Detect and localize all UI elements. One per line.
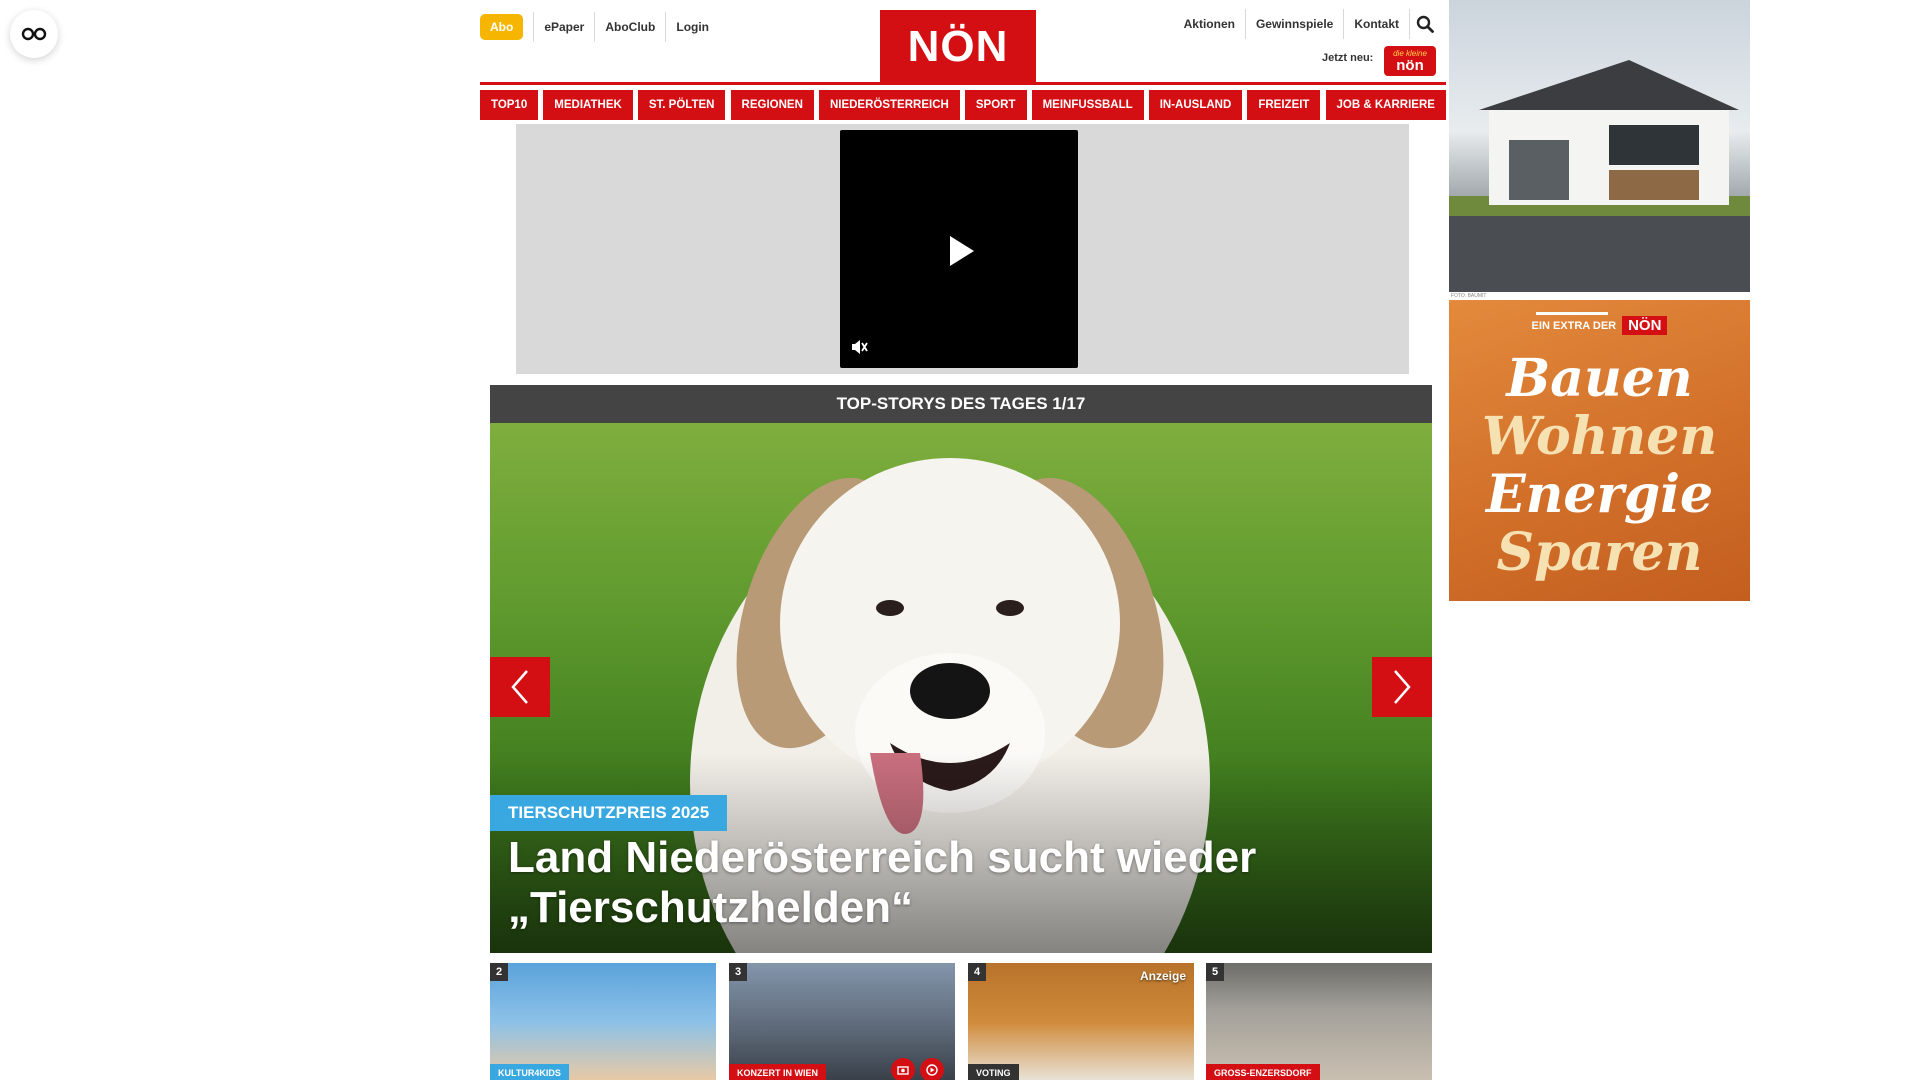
top-stories-slider: TOP-STORYS DES TAGES 1/17 TIERSCHUTZPREI… bbox=[490, 385, 1432, 953]
extra-logo: NÖN bbox=[1622, 316, 1668, 335]
extra-header: EIN EXTRA DER NÖN bbox=[1449, 312, 1750, 335]
bauen-wohnen-ad[interactable]: EIN EXTRA DER NÖN Bauen Wohnen Energie S… bbox=[1449, 300, 1750, 601]
nav-in-ausland[interactable]: IN-AUSLAND bbox=[1148, 90, 1243, 120]
nav-mediathek[interactable]: MEDIATHEK bbox=[543, 90, 633, 120]
nav-freizeit[interactable]: FREIZEIT bbox=[1247, 90, 1321, 120]
chevron-right-icon bbox=[1394, 670, 1411, 704]
glasses-icon bbox=[21, 27, 47, 41]
thumb-number: 4 bbox=[968, 963, 987, 981]
story-thumb-4[interactable]: 4 Anzeige VOTING bbox=[968, 963, 1194, 1080]
slider-heading: TOP-STORYS DES TAGES 1/17 bbox=[490, 385, 1432, 423]
site-logo[interactable]: NÖN bbox=[880, 10, 1036, 84]
abo-button[interactable]: Abo bbox=[480, 14, 524, 40]
kleine-noen-badge[interactable]: die kleine nön bbox=[1384, 46, 1436, 76]
story-thumb-5[interactable]: 5 GROSS-ENZERSDORF bbox=[1206, 963, 1432, 1080]
header-divider bbox=[480, 82, 1446, 85]
thumb-tag: GROSS-ENZERSDORF bbox=[1206, 1064, 1320, 1080]
nav-top10[interactable]: TOP10 bbox=[480, 90, 539, 120]
search-icon[interactable] bbox=[1409, 9, 1440, 39]
extra-text: EIN EXTRA DER bbox=[1531, 319, 1617, 332]
nav-niederoesterreich[interactable]: NIEDERÖSTERREICH bbox=[818, 90, 960, 120]
aktionen-link[interactable]: Aktionen bbox=[1174, 9, 1245, 39]
gewinnspiele-link[interactable]: Gewinnspiele bbox=[1244, 9, 1343, 39]
badge-big-text: nön bbox=[1396, 56, 1424, 74]
play-icon[interactable] bbox=[950, 236, 974, 266]
video-ad-container bbox=[516, 124, 1409, 374]
thumb-tag: KULTUR4KIDS bbox=[490, 1064, 569, 1080]
video-icon bbox=[920, 1058, 944, 1080]
photo-icon bbox=[891, 1058, 915, 1080]
main-nav: TOP10 MEDIATHEK ST. PÖLTEN REGIONEN NIED… bbox=[480, 90, 1446, 120]
thumb-number: 2 bbox=[490, 963, 509, 981]
thumb-tag: KONZERT IN WIEN bbox=[729, 1064, 826, 1080]
ad-word-energie: Energie bbox=[1485, 464, 1714, 525]
story-kicker: TIERSCHUTZPREIS 2025 bbox=[490, 795, 728, 831]
thumb-number: 5 bbox=[1206, 963, 1225, 981]
mute-icon[interactable] bbox=[850, 338, 868, 356]
video-player[interactable] bbox=[840, 130, 1078, 368]
slider-prev-button[interactable] bbox=[490, 657, 550, 717]
photo-credit: FOTO: BAUMIT bbox=[1451, 293, 1487, 299]
ad-word-bauen: Bauen bbox=[1506, 348, 1693, 409]
kontakt-link[interactable]: Kontakt bbox=[1343, 9, 1409, 39]
house-photo bbox=[1449, 60, 1750, 292]
story-thumb-3[interactable]: 3 KONZERT IN WIEN bbox=[729, 963, 955, 1080]
nav-regionen[interactable]: REGIONEN bbox=[730, 90, 814, 120]
ad-word-sparen: Sparen bbox=[1496, 522, 1703, 583]
thumb-tag: VOTING bbox=[968, 1064, 1019, 1080]
jetzt-neu-label: Jetzt neu: bbox=[1322, 52, 1374, 64]
house-ad-banner[interactable] bbox=[1449, 0, 1750, 292]
nav-st-poelten[interactable]: ST. PÖLTEN bbox=[637, 90, 726, 120]
right-links: Aktionen Gewinnspiele Kontakt bbox=[1174, 9, 1440, 39]
nav-job-karriere[interactable]: JOB & KARRIERE bbox=[1325, 90, 1446, 120]
aboclub-link[interactable]: AboClub bbox=[594, 12, 665, 42]
nav-sport[interactable]: SPORT bbox=[964, 90, 1027, 120]
chevron-left-icon bbox=[511, 670, 528, 704]
ad-word-wohnen: Wohnen bbox=[1481, 406, 1718, 467]
thumb-number: 3 bbox=[729, 963, 748, 981]
slider-next-button[interactable] bbox=[1372, 657, 1432, 717]
anzeige-label: Anzeige bbox=[1139, 969, 1186, 983]
story-thumb-2[interactable]: 2 KULTUR4KIDS bbox=[490, 963, 716, 1080]
top-links: Abo ePaper AboClub Login bbox=[480, 12, 719, 42]
epaper-link[interactable]: ePaper bbox=[533, 12, 594, 42]
hero-story[interactable]: TIERSCHUTZPREIS 2025 Land Niederösterrei… bbox=[490, 423, 1432, 953]
story-headline[interactable]: Land Niederösterreich sucht wieder „Tier… bbox=[508, 833, 1328, 933]
story-thumbnails: 2 KULTUR4KIDS 3 KONZERT IN WIEN 4 Anzeig… bbox=[490, 963, 1432, 1080]
nav-meinfussball[interactable]: MEINFUSSBALL bbox=[1031, 90, 1144, 120]
login-link[interactable]: Login bbox=[665, 12, 719, 42]
accessibility-button[interactable] bbox=[10, 10, 58, 58]
